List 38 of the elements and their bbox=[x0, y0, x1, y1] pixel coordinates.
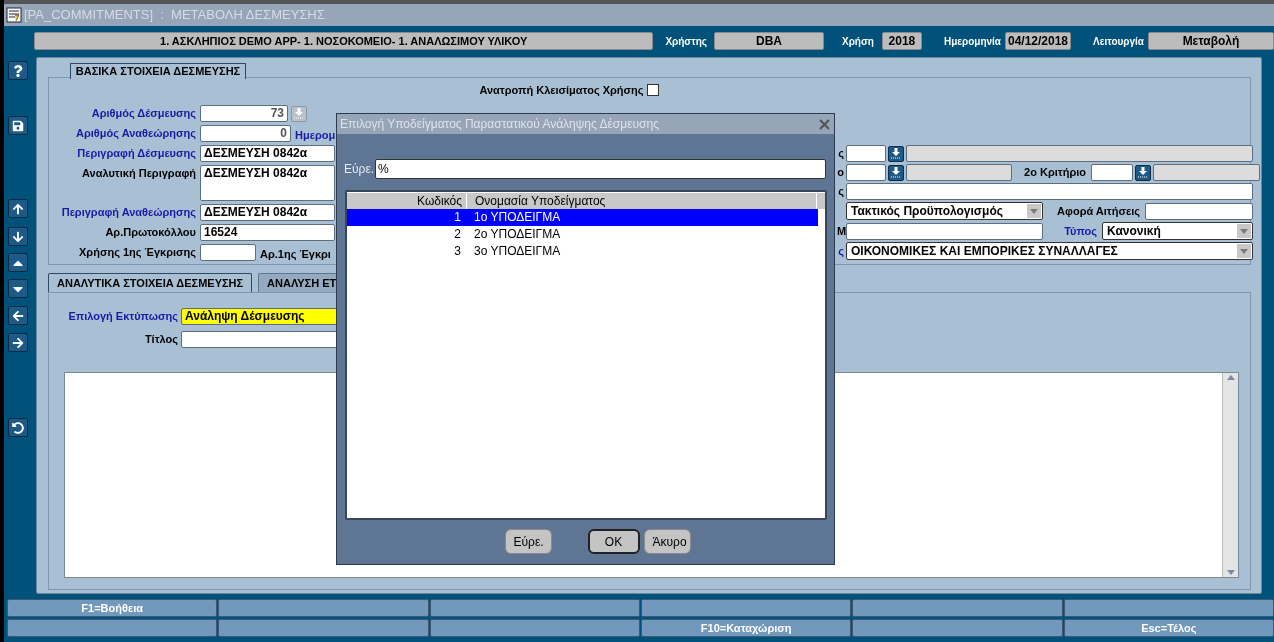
field-label: Μ bbox=[837, 223, 844, 239]
header-value: 04/12/2018 bbox=[1005, 32, 1071, 50]
dialog-title: Επιλογή Υποδείγματος Παραστατικού Ανάληψης Δέσμευσης bbox=[340, 116, 659, 133]
search-label: Εύρε. bbox=[344, 161, 375, 178]
field-label: Χρήσης 1ης Έγκρισης bbox=[78, 245, 197, 260]
field-label: Τίτλος bbox=[143, 332, 179, 347]
header-value: Μεταβολή bbox=[1148, 32, 1274, 50]
name-cell-text: 2ο ΥΠΟΔΕΙΓΜΑ bbox=[473, 226, 561, 243]
field-label: Επιλογή Εκτύπωσης bbox=[67, 309, 179, 324]
field-label: Αρ.Πρωτοκόλλου bbox=[104, 225, 197, 240]
header-label: Χρήστης bbox=[665, 34, 707, 49]
code-cell-text: 3 bbox=[453, 243, 462, 260]
company-field: 1. ΑΣΚΛΗΠΙΟΣ DEMO APP- 1. ΝΟΣΟΚΟΜΕΙΟ- 1. ΑΝΑΛΩΣΙΜΟΥ ΥΛΙΚΟΥ bbox=[34, 32, 654, 50]
field-label: Αριθμός Δέσμευσης bbox=[90, 106, 197, 121]
field-label: Αφορά Αιτήσεις bbox=[1057, 203, 1140, 219]
field-label: 2ο Κριτήριο bbox=[1024, 165, 1086, 180]
field-label: Ημερομ bbox=[295, 128, 336, 141]
window-title: [PA_COMMITMENTS] : ΜΕΤΑΒΟΛΗ ΔΕΣΜΕΥΣΗΣ bbox=[24, 6, 325, 25]
checkbox-label: Ανατροπή Κλεισίματος Χρήσης bbox=[479, 82, 644, 98]
field-label: Περιγραφή Αναθεώρησης bbox=[60, 205, 197, 220]
field-label: ο bbox=[837, 165, 844, 180]
field-label: ς bbox=[837, 146, 844, 161]
field-label: Περιγραφή Δέσμευσης bbox=[76, 146, 197, 161]
code-cell-text: 1 bbox=[453, 209, 462, 226]
field-label: Αριθμός Αναθεώρησης bbox=[75, 126, 197, 141]
name-cell-text: 3ο ΥΠΟΔΕΙΓΜΑ bbox=[473, 243, 561, 260]
header-value: 2018 bbox=[881, 32, 922, 50]
header-label: Λειτουργία bbox=[1093, 34, 1144, 49]
field-label: Αναλυτική Περιγραφή bbox=[81, 166, 197, 181]
code-cell-text: 2 bbox=[453, 226, 462, 243]
header-value: DBA bbox=[714, 32, 824, 50]
header-label: Ημερομηνία bbox=[943, 34, 1001, 49]
field-label: ς bbox=[837, 184, 844, 199]
field-label: ς bbox=[837, 243, 844, 259]
header-label: Χρήση bbox=[842, 34, 874, 49]
field-label: Αρ.1ης Έγκρι bbox=[260, 247, 331, 260]
name-cell-text: 1ο ΥΠΟΔΕΙΓΜΑ bbox=[473, 209, 561, 226]
field-label: Τύπος bbox=[1064, 223, 1097, 239]
